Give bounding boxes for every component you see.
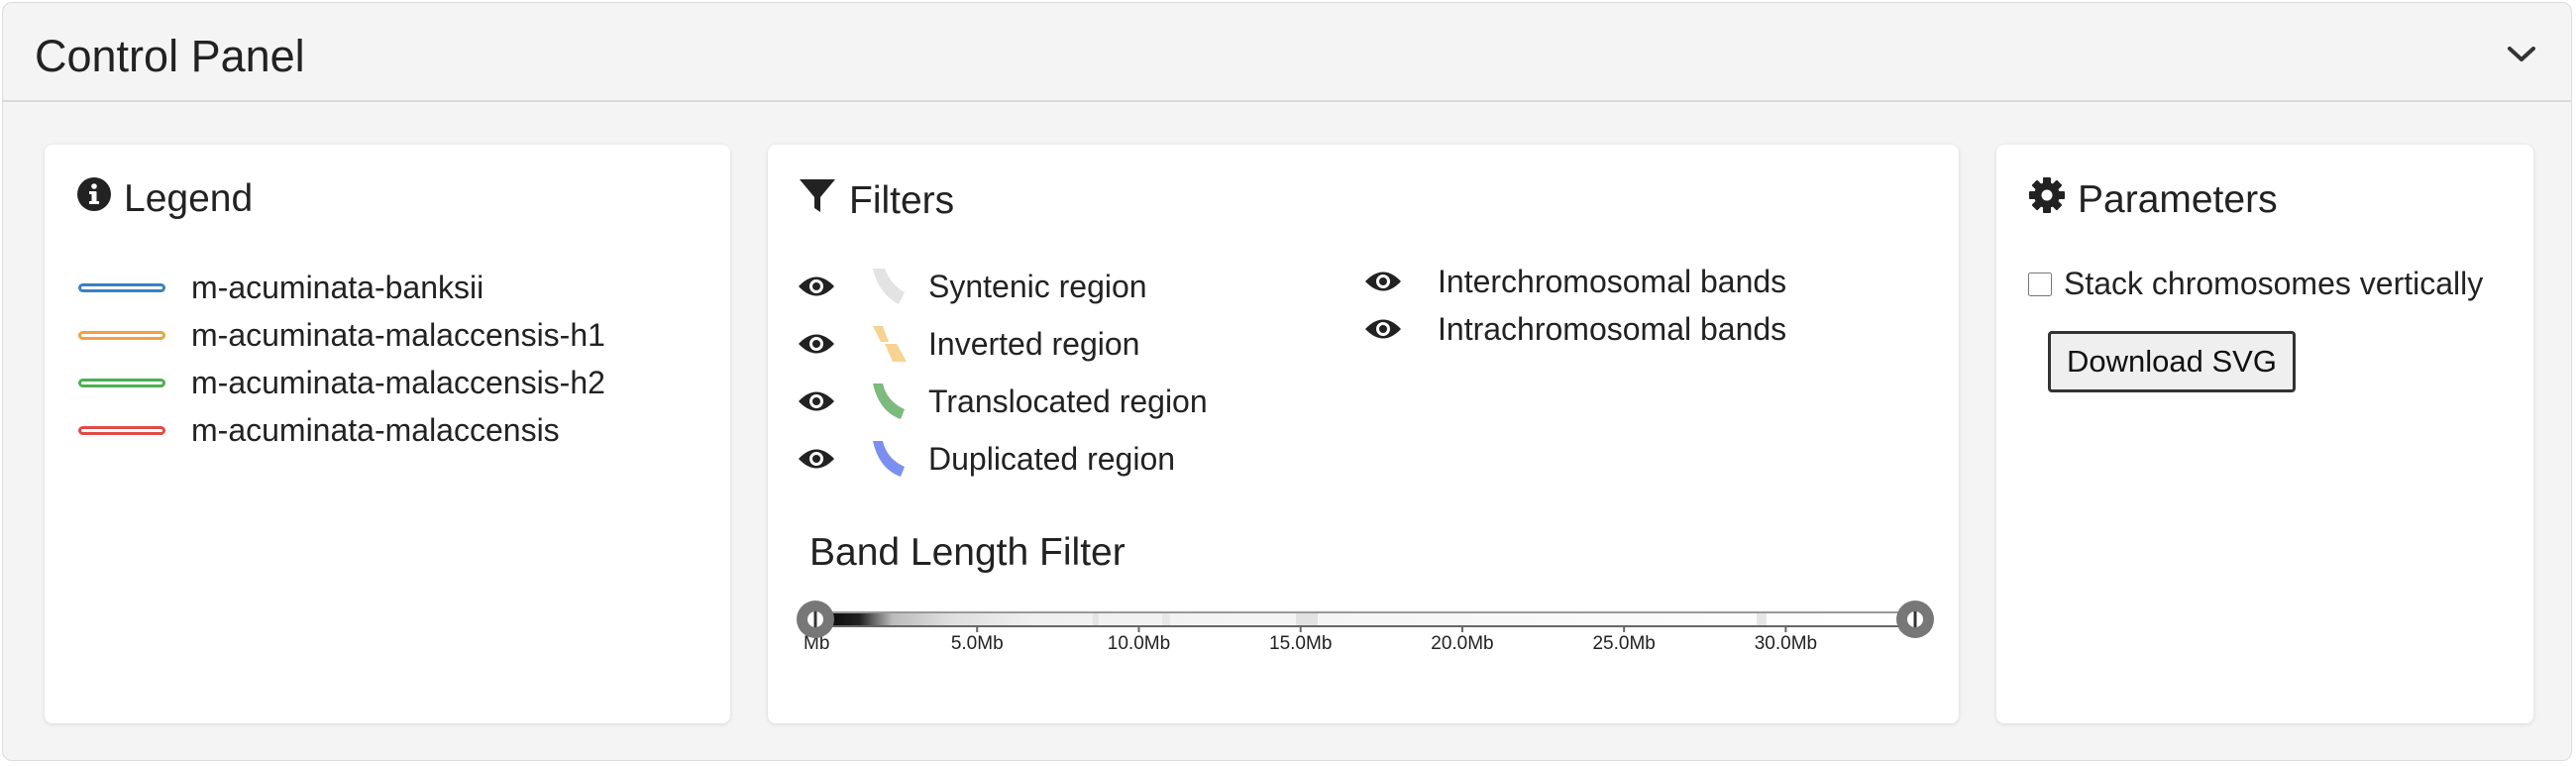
filter-duplicated-region[interactable]: Duplicated region: [798, 430, 1208, 488]
eye-icon[interactable]: [798, 331, 837, 357]
band-density-mark: [1757, 612, 1767, 626]
chevron-down-icon[interactable]: [2500, 33, 2543, 76]
inverted-region-swatch: [869, 324, 911, 364]
filter-translocated-region[interactable]: Translocated region: [798, 373, 1208, 430]
band-filter-list: Interchromosomal bands Intrachromosomal …: [1364, 258, 1786, 353]
legend-swatch: [78, 425, 165, 435]
slider-handle-min[interactable]: [797, 601, 834, 638]
band-density-mark: [1093, 612, 1099, 626]
slider-tick-label: 25.0Mb: [1592, 633, 1655, 654]
filter-label: Duplicated region: [928, 440, 1176, 477]
stack-chromosomes-label: Stack chromosomes vertically: [2064, 266, 2484, 301]
download-svg-button[interactable]: Download SVG: [2048, 331, 2296, 392]
filter-interchromosomal-bands[interactable]: Interchromosomal bands: [1364, 258, 1786, 305]
panel-title: Control Panel: [35, 31, 305, 81]
band-length-filter-title: Band Length Filter: [809, 531, 1126, 574]
stack-chromosomes-checkbox[interactable]: [2028, 272, 2052, 296]
info-icon: [76, 176, 124, 222]
legend-label: m-acuminata-malaccensis-h1: [191, 316, 605, 353]
legend-item: m-acuminata-malaccensis-h2: [78, 359, 605, 406]
filter-inverted-region[interactable]: Inverted region: [798, 315, 1208, 373]
band-density-track: [815, 612, 1915, 626]
legend-item: m-acuminata-banksii: [78, 264, 605, 311]
eye-icon[interactable]: [798, 388, 837, 414]
region-filter-list: Syntenic region Inverted region Transloc…: [798, 258, 1208, 488]
control-panel-header[interactable]: Control Panel: [3, 3, 2571, 102]
legend-swatch: [78, 378, 165, 387]
parameters-card: Parameters Stack chromosomes vertically …: [1996, 145, 2533, 723]
band-length-slider[interactable]: 5.0Mb 10.0Mb 15.0Mb 20.0Mb 25.0Mb 30.0Mb Mb: [796, 601, 1935, 719]
syntenic-region-swatch: [869, 267, 911, 306]
filter-syntenic-region[interactable]: Syntenic region: [798, 258, 1208, 315]
legend-swatch: [78, 330, 165, 340]
legend-label: m-acuminata-banksii: [191, 269, 484, 305]
duplicated-region-swatch: [869, 439, 911, 479]
parameters-title: Parameters: [2078, 178, 2278, 221]
gear-icon: [2028, 176, 2078, 224]
control-panel: Control Panel Legend m-acuminata-banksii…: [2, 2, 2572, 761]
filters-card: Filters Syntenic region Inverted region …: [768, 145, 1959, 723]
slider-tick-label: 20.0Mb: [1431, 633, 1493, 654]
legend-label: m-acuminata-malaccensis: [191, 411, 560, 448]
legend-item: m-acuminata-malaccensis: [78, 406, 605, 454]
translocated-region-swatch: [869, 382, 911, 421]
filter-label: Inverted region: [928, 325, 1140, 362]
filter-intrachromosomal-bands[interactable]: Intrachromosomal bands: [1364, 305, 1786, 353]
filter-label: Syntenic region: [928, 268, 1147, 304]
slider-tick-label: 15.0Mb: [1269, 633, 1332, 654]
filters-title: Filters: [849, 179, 955, 222]
slider-tick-label: 5.0Mb: [951, 633, 1004, 654]
slider-axis-ticks: 5.0Mb 10.0Mb 15.0Mb 20.0Mb 25.0Mb 30.0Mb: [814, 626, 1916, 654]
band-density-mark: [1296, 612, 1318, 626]
stack-chromosomes-option[interactable]: Stack chromosomes vertically: [2028, 266, 2483, 302]
eye-icon[interactable]: [1364, 316, 1404, 342]
legend-title: Legend: [124, 177, 254, 220]
slider-handle-max[interactable]: [1896, 601, 1934, 638]
band-density-mark: [1162, 612, 1170, 626]
parameters-heading: Parameters: [2028, 176, 2278, 224]
slider-tick-label: 10.0Mb: [1108, 633, 1170, 654]
legend-swatch: [78, 282, 165, 292]
filter-label: Interchromosomal bands: [1438, 263, 1787, 299]
eye-icon[interactable]: [798, 274, 837, 299]
filter-label: Translocated region: [928, 383, 1208, 419]
legend-label: m-acuminata-malaccensis-h2: [191, 364, 605, 400]
filter-label: Intrachromosomal bands: [1438, 310, 1787, 347]
slider-tick-label: 30.0Mb: [1755, 633, 1817, 654]
legend-item: m-acuminata-malaccensis-h1: [78, 311, 605, 359]
eye-icon[interactable]: [798, 446, 837, 472]
legend-card: Legend m-acuminata-banksii m-acuminata-m…: [45, 145, 730, 723]
filter-icon: [798, 176, 849, 226]
legend-heading: Legend: [76, 176, 253, 222]
legend-list: m-acuminata-banksii m-acuminata-malaccen…: [78, 264, 605, 454]
eye-icon[interactable]: [1364, 269, 1404, 294]
filters-heading: Filters: [798, 176, 954, 226]
